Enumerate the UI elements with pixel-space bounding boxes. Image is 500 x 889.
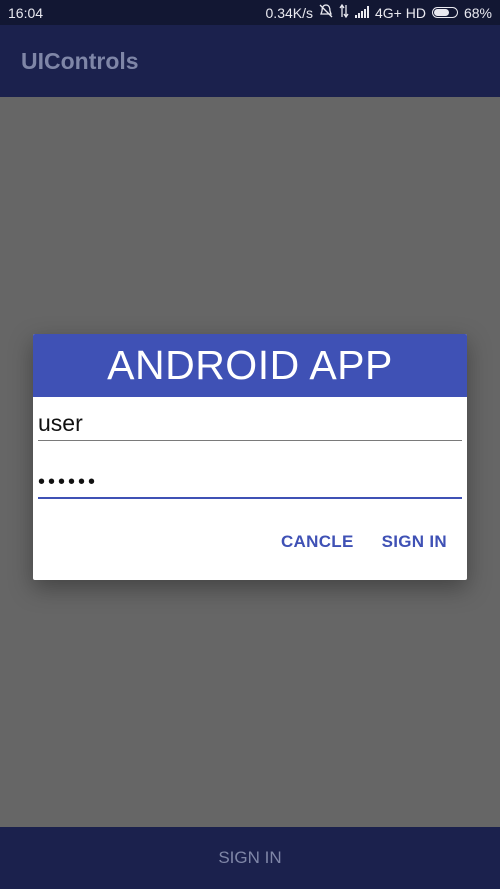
battery-level xyxy=(433,9,449,16)
bottom-bar: SIGN IN xyxy=(0,827,500,889)
network-type: 4G+ HD xyxy=(375,4,426,21)
app-bar: UIControls xyxy=(0,25,500,97)
dialog-title: ANDROID APP xyxy=(107,342,393,388)
status-time: 16:04 xyxy=(8,4,44,21)
bottom-sign-in-button[interactable]: SIGN IN xyxy=(212,847,287,869)
dialog-header: ANDROID APP xyxy=(33,334,467,397)
cancel-button[interactable]: CANCLE xyxy=(281,532,354,552)
data-transfer-icon xyxy=(339,3,349,21)
password-field[interactable] xyxy=(38,467,462,499)
network-speed: 0.34K/s xyxy=(265,4,313,21)
sign-in-dialog: ANDROID APP CANCLE SIGN IN xyxy=(33,334,467,580)
battery-icon xyxy=(431,7,458,18)
signal-icon xyxy=(355,5,369,21)
status-bar: 16:04 0.34K/s 4G+ HD 68% xyxy=(0,0,500,25)
app-title: UIControls xyxy=(21,47,139,74)
battery-percent: 68% xyxy=(463,4,492,21)
status-icons: 0.34K/s 4G+ HD 68% xyxy=(265,3,492,21)
dialog-actions: CANCLE SIGN IN xyxy=(281,532,447,552)
mute-icon xyxy=(319,4,333,21)
username-field[interactable] xyxy=(38,407,462,441)
sign-in-button[interactable]: SIGN IN xyxy=(382,532,447,552)
